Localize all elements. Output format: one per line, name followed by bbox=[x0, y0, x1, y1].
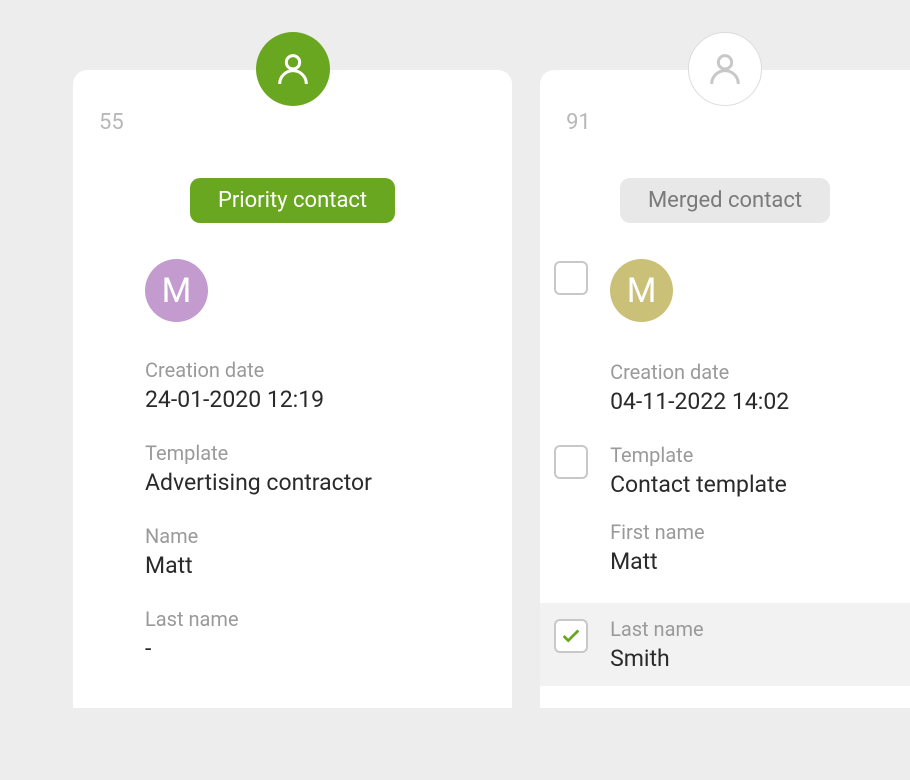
card-number: 55 bbox=[99, 110, 124, 135]
template-row: Template Contact template bbox=[554, 443, 888, 498]
last-name-checkbox[interactable] bbox=[554, 619, 588, 653]
field-value: 04-11-2022 14:02 bbox=[610, 388, 888, 415]
field-value: Matt bbox=[145, 552, 486, 579]
merged-contact-card: 91 Merged contact M Creation date 04-11-… bbox=[540, 70, 910, 708]
priority-badge: Priority contact bbox=[190, 178, 395, 223]
avatar-checkbox[interactable] bbox=[554, 261, 588, 295]
avatar: M bbox=[145, 259, 208, 322]
field-label: Creation date bbox=[610, 360, 888, 384]
person-icon bbox=[705, 49, 745, 89]
creation-date-field: Creation date 24-01-2020 12:19 bbox=[145, 358, 486, 413]
priority-contact-card: 55 Priority contact M Creation date 24-0… bbox=[73, 70, 512, 708]
field-label: Template bbox=[145, 441, 486, 465]
field-label: Creation date bbox=[145, 358, 486, 382]
check-icon bbox=[560, 625, 582, 647]
field-label: Template bbox=[610, 443, 888, 467]
field-label: Last name bbox=[145, 607, 486, 631]
name-field: Name Matt bbox=[145, 524, 486, 579]
field-value: Contact template bbox=[610, 471, 888, 498]
creation-date-field: Creation date 04-11-2022 14:02 bbox=[554, 360, 888, 415]
template-field: Template Advertising contractor bbox=[145, 441, 486, 496]
field-label: Name bbox=[145, 524, 486, 548]
merged-badge: Merged contact bbox=[620, 178, 830, 223]
user-icon-badge bbox=[256, 32, 330, 106]
person-icon bbox=[273, 49, 313, 89]
field-value: 24-01-2020 12:19 bbox=[145, 386, 486, 413]
field-value: Advertising contractor bbox=[145, 469, 486, 496]
template-checkbox[interactable] bbox=[554, 445, 588, 479]
field-label: Last name bbox=[610, 617, 888, 641]
last-name-field: Last name - bbox=[145, 607, 486, 662]
field-value: - bbox=[145, 635, 486, 662]
field-label: First name bbox=[610, 520, 888, 544]
avatar: M bbox=[610, 259, 673, 322]
field-value: Matt bbox=[610, 548, 888, 575]
last-name-row: Last name Smith bbox=[540, 603, 910, 686]
field-value: Smith bbox=[610, 645, 888, 672]
user-icon-badge bbox=[688, 32, 762, 106]
card-number: 91 bbox=[566, 110, 591, 135]
first-name-field: First name Matt bbox=[554, 520, 888, 575]
